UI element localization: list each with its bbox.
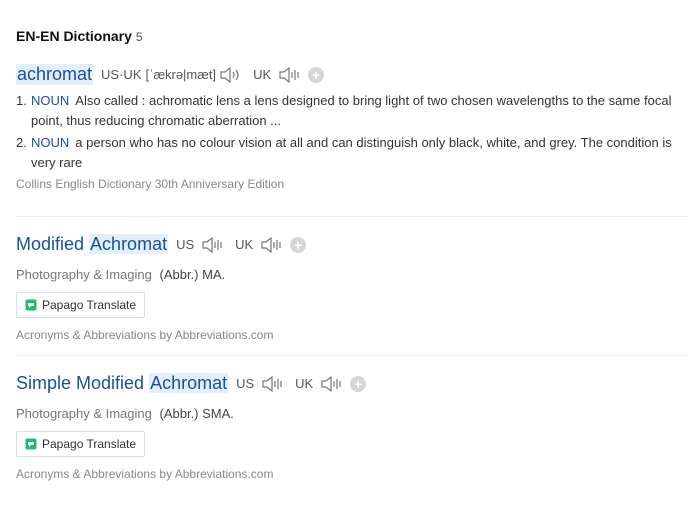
definition-item: 1. NOUN Also called : achromatic lens a l…: [16, 93, 672, 128]
speaker-icon[interactable]: [278, 66, 302, 83]
source-text: Acronyms & Abbreviations by Abbreviation…: [16, 467, 274, 481]
abbreviation: (Abbr.) MA.: [159, 267, 226, 282]
definition-list: 1. NOUN Also called : achromatic lens a l…: [16, 91, 688, 173]
entry-simple-modified-achromat: Simple Modified Achromat US UK + Photogr…: [16, 373, 688, 481]
domain-label: Photography & Imaging: [16, 406, 152, 421]
plus-icon[interactable]: +: [350, 375, 367, 392]
papago-icon: [25, 438, 37, 450]
result-count: 5: [135, 30, 143, 44]
speaker-icon[interactable]: [219, 66, 243, 83]
headword[interactable]: Modified Achromat: [16, 234, 169, 255]
speaker-icon[interactable]: [261, 375, 285, 392]
headword[interactable]: achromat: [16, 64, 94, 85]
domain-line: Photography & Imaging (Abbr.) SMA.: [16, 406, 688, 421]
part-of-speech: NOUN: [31, 93, 70, 108]
us-uk-label: US·UK: [101, 67, 142, 82]
papago-translate-button[interactable]: Papago Translate: [16, 292, 146, 318]
phonetic: [ˈækrə|mæt]: [145, 67, 217, 82]
dictionary-title: EN-EN Dictionary: [16, 28, 132, 44]
source-text: Collins English Dictionary 30th Annivers…: [16, 177, 285, 191]
us-label: US: [236, 376, 255, 391]
us-label: US: [176, 237, 195, 252]
part-of-speech: NOUN: [31, 135, 70, 150]
speaker-icon[interactable]: [201, 236, 225, 253]
definition-text: Also called : achromatic lens a lens des…: [31, 93, 672, 128]
uk-label: UK: [295, 376, 314, 391]
divider: [16, 216, 688, 217]
entry-modified-achromat: Modified Achromat US UK + Photography & …: [16, 234, 688, 342]
speaker-icon[interactable]: [260, 236, 284, 253]
uk-label: UK: [253, 67, 272, 82]
source-text: Acronyms & Abbreviations by Abbreviation…: [16, 328, 274, 342]
definition-text: a person who has no colour vision at all…: [31, 135, 672, 170]
definition-item: 2. NOUN a person who has no colour vision…: [16, 135, 672, 170]
abbreviation: (Abbr.) SMA.: [159, 406, 234, 421]
plus-icon[interactable]: +: [308, 66, 325, 83]
headword[interactable]: Simple Modified Achromat: [16, 373, 229, 394]
papago-translate-button[interactable]: Papago Translate: [16, 431, 146, 457]
entry-achromat: achromat US·UK [ˈækrə|mæt] UK + 1. NOUN A…: [16, 64, 688, 191]
domain-line: Photography & Imaging (Abbr.) MA.: [16, 267, 688, 282]
uk-label: UK: [235, 237, 254, 252]
plus-icon[interactable]: +: [290, 236, 307, 253]
pronunciation: US·UK [ˈækrə|mæt] UK +: [101, 66, 325, 83]
pronunciation: US UK +: [236, 375, 367, 392]
speaker-icon[interactable]: [320, 375, 344, 392]
domain-label: Photography & Imaging: [16, 267, 152, 282]
divider: [16, 355, 688, 356]
dictionary-header: EN-EN Dictionary 5: [16, 28, 143, 44]
papago-icon: [25, 299, 37, 311]
pronunciation: US UK +: [176, 236, 307, 253]
